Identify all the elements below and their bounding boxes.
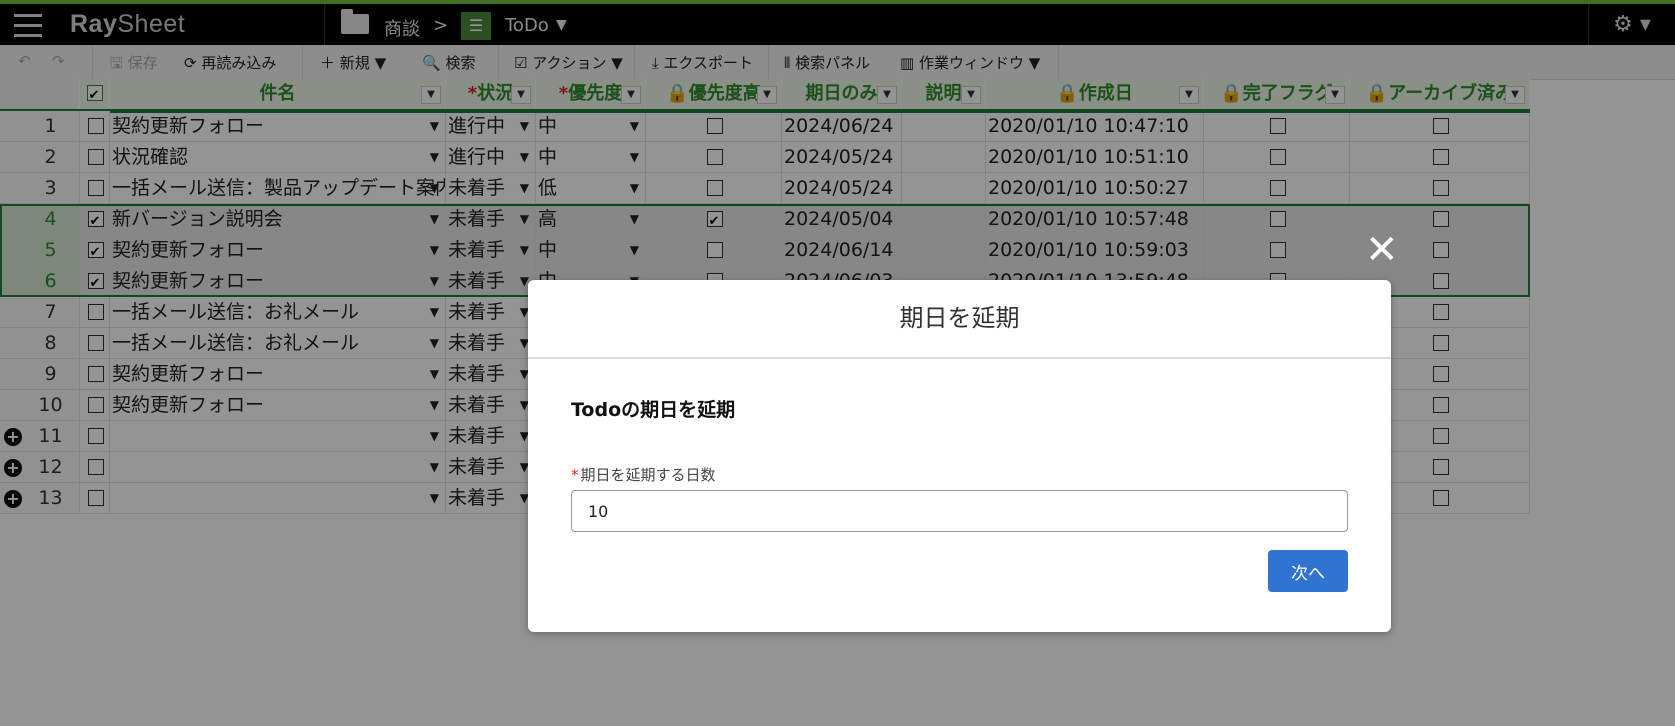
dialog-subtitle: Todoの期日を延期 xyxy=(571,399,736,421)
close-icon[interactable]: ✕ xyxy=(1365,230,1399,270)
dialog-title: 期日を延期 xyxy=(528,280,1391,359)
days-input[interactable] xyxy=(571,490,1348,532)
days-field-label: * 期日を延期する日数 xyxy=(571,466,716,484)
required-marker: * xyxy=(571,466,579,484)
next-button[interactable]: 次へ xyxy=(1268,550,1348,592)
extend-due-dialog: 期日を延期 Todoの期日を延期 *期日を延期する日数 次へ xyxy=(528,280,1391,632)
